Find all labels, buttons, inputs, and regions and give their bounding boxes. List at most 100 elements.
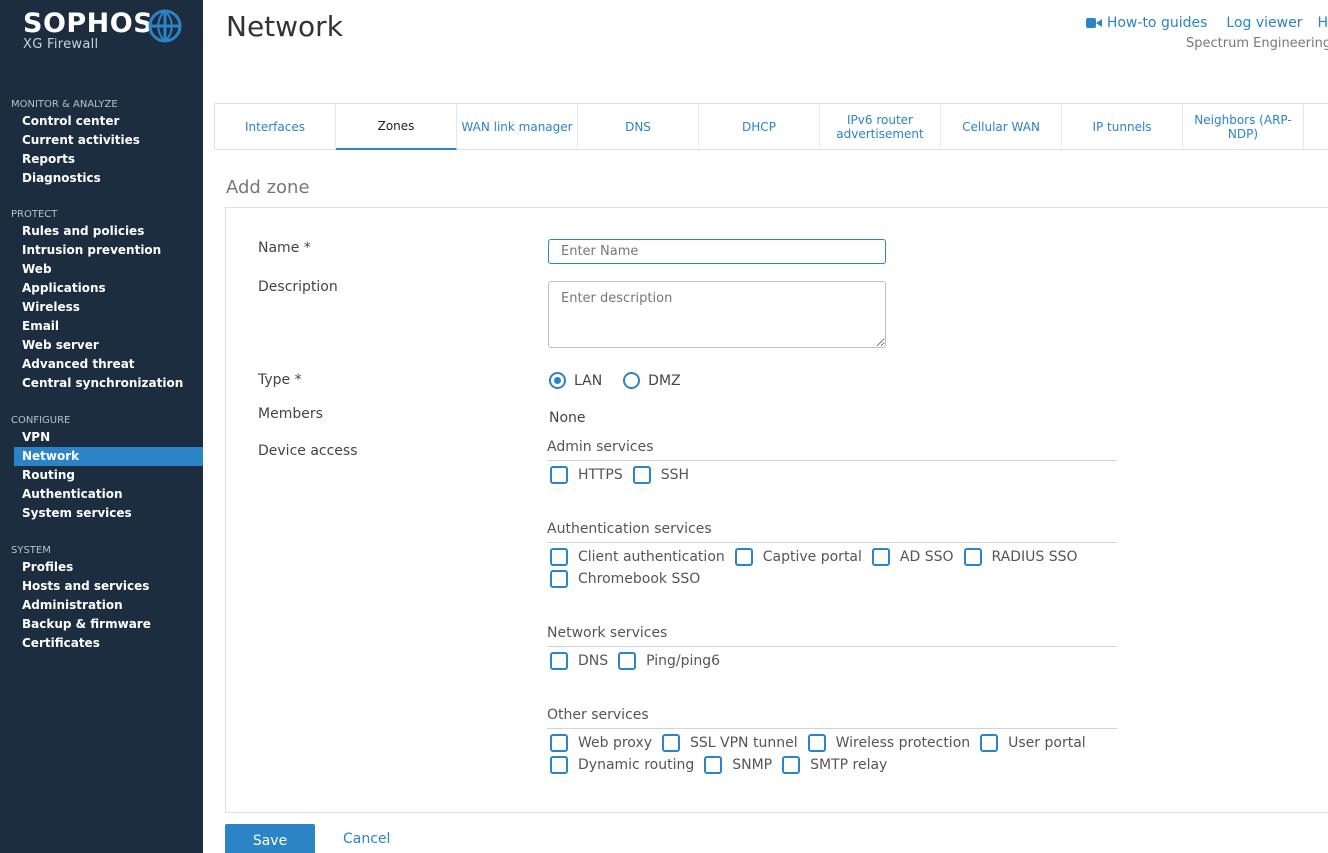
ping-checkbox[interactable] (618, 652, 637, 670)
sidebar-item-rules-and-policies[interactable]: Rules and policies (0, 222, 203, 241)
sidebar-item-administration[interactable]: Administration (0, 596, 203, 615)
organization-name: Spectrum Engineering (1186, 36, 1328, 51)
dns-checkbox[interactable] (550, 652, 568, 670)
type-lan-radio[interactable] (549, 372, 566, 389)
web-proxy-checkbox[interactable] (550, 734, 568, 752)
other-services-title: Other services (547, 707, 649, 723)
dns-label[interactable]: DNS (578, 653, 608, 669)
tab-dhcp[interactable]: DHCP (699, 104, 820, 150)
globe-icon (148, 9, 182, 43)
sidebar-item-web-server[interactable]: Web server (0, 336, 203, 355)
tab-zones[interactable]: Zones (336, 104, 457, 150)
radius-sso-label[interactable]: RADIUS SSO (992, 549, 1078, 565)
ping-label[interactable]: Ping/ping6 (646, 653, 720, 669)
top-links: How-to guides Log viewer H (1085, 15, 1328, 31)
sidebar-item-web[interactable]: Web (0, 260, 203, 279)
log-viewer-link[interactable]: Log viewer (1226, 15, 1302, 31)
web-proxy-label[interactable]: Web proxy (578, 735, 652, 751)
tab-interfaces[interactable]: Interfaces (215, 104, 336, 150)
type-lan-label[interactable]: LAN (574, 373, 602, 389)
admin-services-row: HTTPS SSH (550, 466, 699, 484)
sidebar-item-certificates[interactable]: Certificates (0, 634, 203, 653)
nav-section-protect: PROTECT Rules and policies Intrusion pre… (0, 208, 203, 393)
sidebar-item-backup-firmware[interactable]: Backup & firmware (0, 615, 203, 634)
nav-section-system: SYSTEM Profiles Hosts and services Admin… (0, 544, 203, 653)
sidebar-item-central-synchronization[interactable]: Central synchronization (0, 374, 203, 393)
sidebar-item-system-services[interactable]: System services (0, 504, 203, 523)
ssh-checkbox[interactable] (632, 466, 651, 484)
sidebar-item-advanced-threat[interactable]: Advanced threat (0, 355, 203, 374)
tab-wan-link-manager[interactable]: WAN link manager (457, 104, 578, 150)
captive-portal-checkbox[interactable] (734, 548, 753, 566)
sidebar-item-vpn[interactable]: VPN (0, 428, 203, 447)
product-name: XG Firewall (23, 37, 99, 52)
client-authentication-checkbox[interactable] (550, 548, 568, 566)
nav-heading: SYSTEM (11, 545, 51, 556)
sidebar-item-intrusion-prevention[interactable]: Intrusion prevention (0, 241, 203, 260)
help-link[interactable]: H (1317, 15, 1328, 31)
chromebook-sso-label[interactable]: Chromebook SSO (578, 571, 700, 587)
cancel-link[interactable]: Cancel (343, 831, 390, 847)
section-title: Add zone (226, 177, 310, 198)
ad-sso-label[interactable]: AD SSO (900, 549, 954, 565)
admin-services-title: Admin services (547, 439, 654, 455)
user-portal-checkbox[interactable] (980, 734, 999, 752)
ssl-vpn-tunnel-label[interactable]: SSL VPN tunnel (690, 735, 798, 751)
sidebar-item-email[interactable]: Email (0, 317, 203, 336)
dynamic-routing-checkbox[interactable] (550, 756, 568, 774)
save-button[interactable]: Save (225, 824, 315, 853)
brand-logo: SOPHOS XG Firewall (23, 8, 153, 52)
divider (547, 460, 1117, 461)
sidebar-item-network[interactable]: Network (14, 447, 203, 466)
captive-portal-label[interactable]: Captive portal (763, 549, 862, 565)
tab-dns[interactable]: DNS (578, 104, 699, 150)
name-input[interactable] (548, 239, 886, 264)
smtp-relay-label[interactable]: SMTP relay (810, 757, 887, 773)
ssl-vpn-tunnel-checkbox[interactable] (662, 734, 681, 752)
how-to-guides-link[interactable]: How-to guides (1107, 15, 1208, 31)
dynamic-routing-label[interactable]: Dynamic routing (578, 757, 694, 773)
network-services-row: DNS Ping/ping6 (550, 652, 730, 670)
ad-sso-checkbox[interactable] (871, 548, 890, 566)
snmp-checkbox[interactable] (704, 756, 723, 774)
https-checkbox[interactable] (550, 466, 568, 484)
type-label: Type * (258, 372, 302, 388)
wireless-protection-checkbox[interactable] (807, 734, 826, 752)
sidebar-item-reports[interactable]: Reports (0, 150, 203, 169)
tab-cellular-wan[interactable]: Cellular WAN (941, 104, 1062, 150)
video-camera-icon (1085, 18, 1102, 28)
description-input[interactable] (548, 281, 886, 348)
type-dmz-label[interactable]: DMZ (648, 373, 680, 389)
https-label[interactable]: HTTPS (578, 467, 623, 483)
sidebar-item-current-activities[interactable]: Current activities (0, 131, 203, 150)
chromebook-sso-checkbox[interactable] (550, 570, 568, 588)
page-title: Network (226, 10, 343, 43)
network-services-title: Network services (547, 625, 668, 641)
sidebar-item-applications[interactable]: Applications (0, 279, 203, 298)
tab-ip-tunnels[interactable]: IP tunnels (1062, 104, 1183, 150)
divider (547, 646, 1117, 647)
sidebar-item-routing[interactable]: Routing (0, 466, 203, 485)
other-services-row-2: Dynamic routing SNMP SMTP relay (550, 756, 897, 774)
sidebar-item-hosts-and-services[interactable]: Hosts and services (0, 577, 203, 596)
name-label: Name * (258, 240, 311, 256)
sidebar-item-profiles[interactable]: Profiles (0, 558, 203, 577)
radius-sso-checkbox[interactable] (963, 548, 982, 566)
user-portal-label[interactable]: User portal (1008, 735, 1086, 751)
client-authentication-label[interactable]: Client authentication (578, 549, 725, 565)
tab-bar: Interfaces Zones WAN link manager DNS DH… (214, 103, 1328, 150)
sidebar-item-control-center[interactable]: Control center (0, 112, 203, 131)
device-access-label: Device access (258, 443, 358, 459)
sidebar-item-diagnostics[interactable]: Diagnostics (0, 169, 203, 188)
smtp-relay-checkbox[interactable] (782, 756, 801, 774)
type-dmz-radio[interactable] (623, 372, 641, 389)
sidebar-item-authentication[interactable]: Authentication (0, 485, 203, 504)
type-radio-group: LAN DMZ (549, 372, 702, 389)
ssh-label[interactable]: SSH (661, 467, 689, 483)
wireless-protection-label[interactable]: Wireless protection (836, 735, 971, 751)
description-label: Description (258, 279, 338, 295)
tab-ipv6-router-advertisement[interactable]: IPv6 router advertisement (820, 104, 941, 150)
sidebar-item-wireless[interactable]: Wireless (0, 298, 203, 317)
tab-neighbors[interactable]: Neighbors (ARP-NDP) (1183, 104, 1304, 150)
snmp-label[interactable]: SNMP (732, 757, 772, 773)
